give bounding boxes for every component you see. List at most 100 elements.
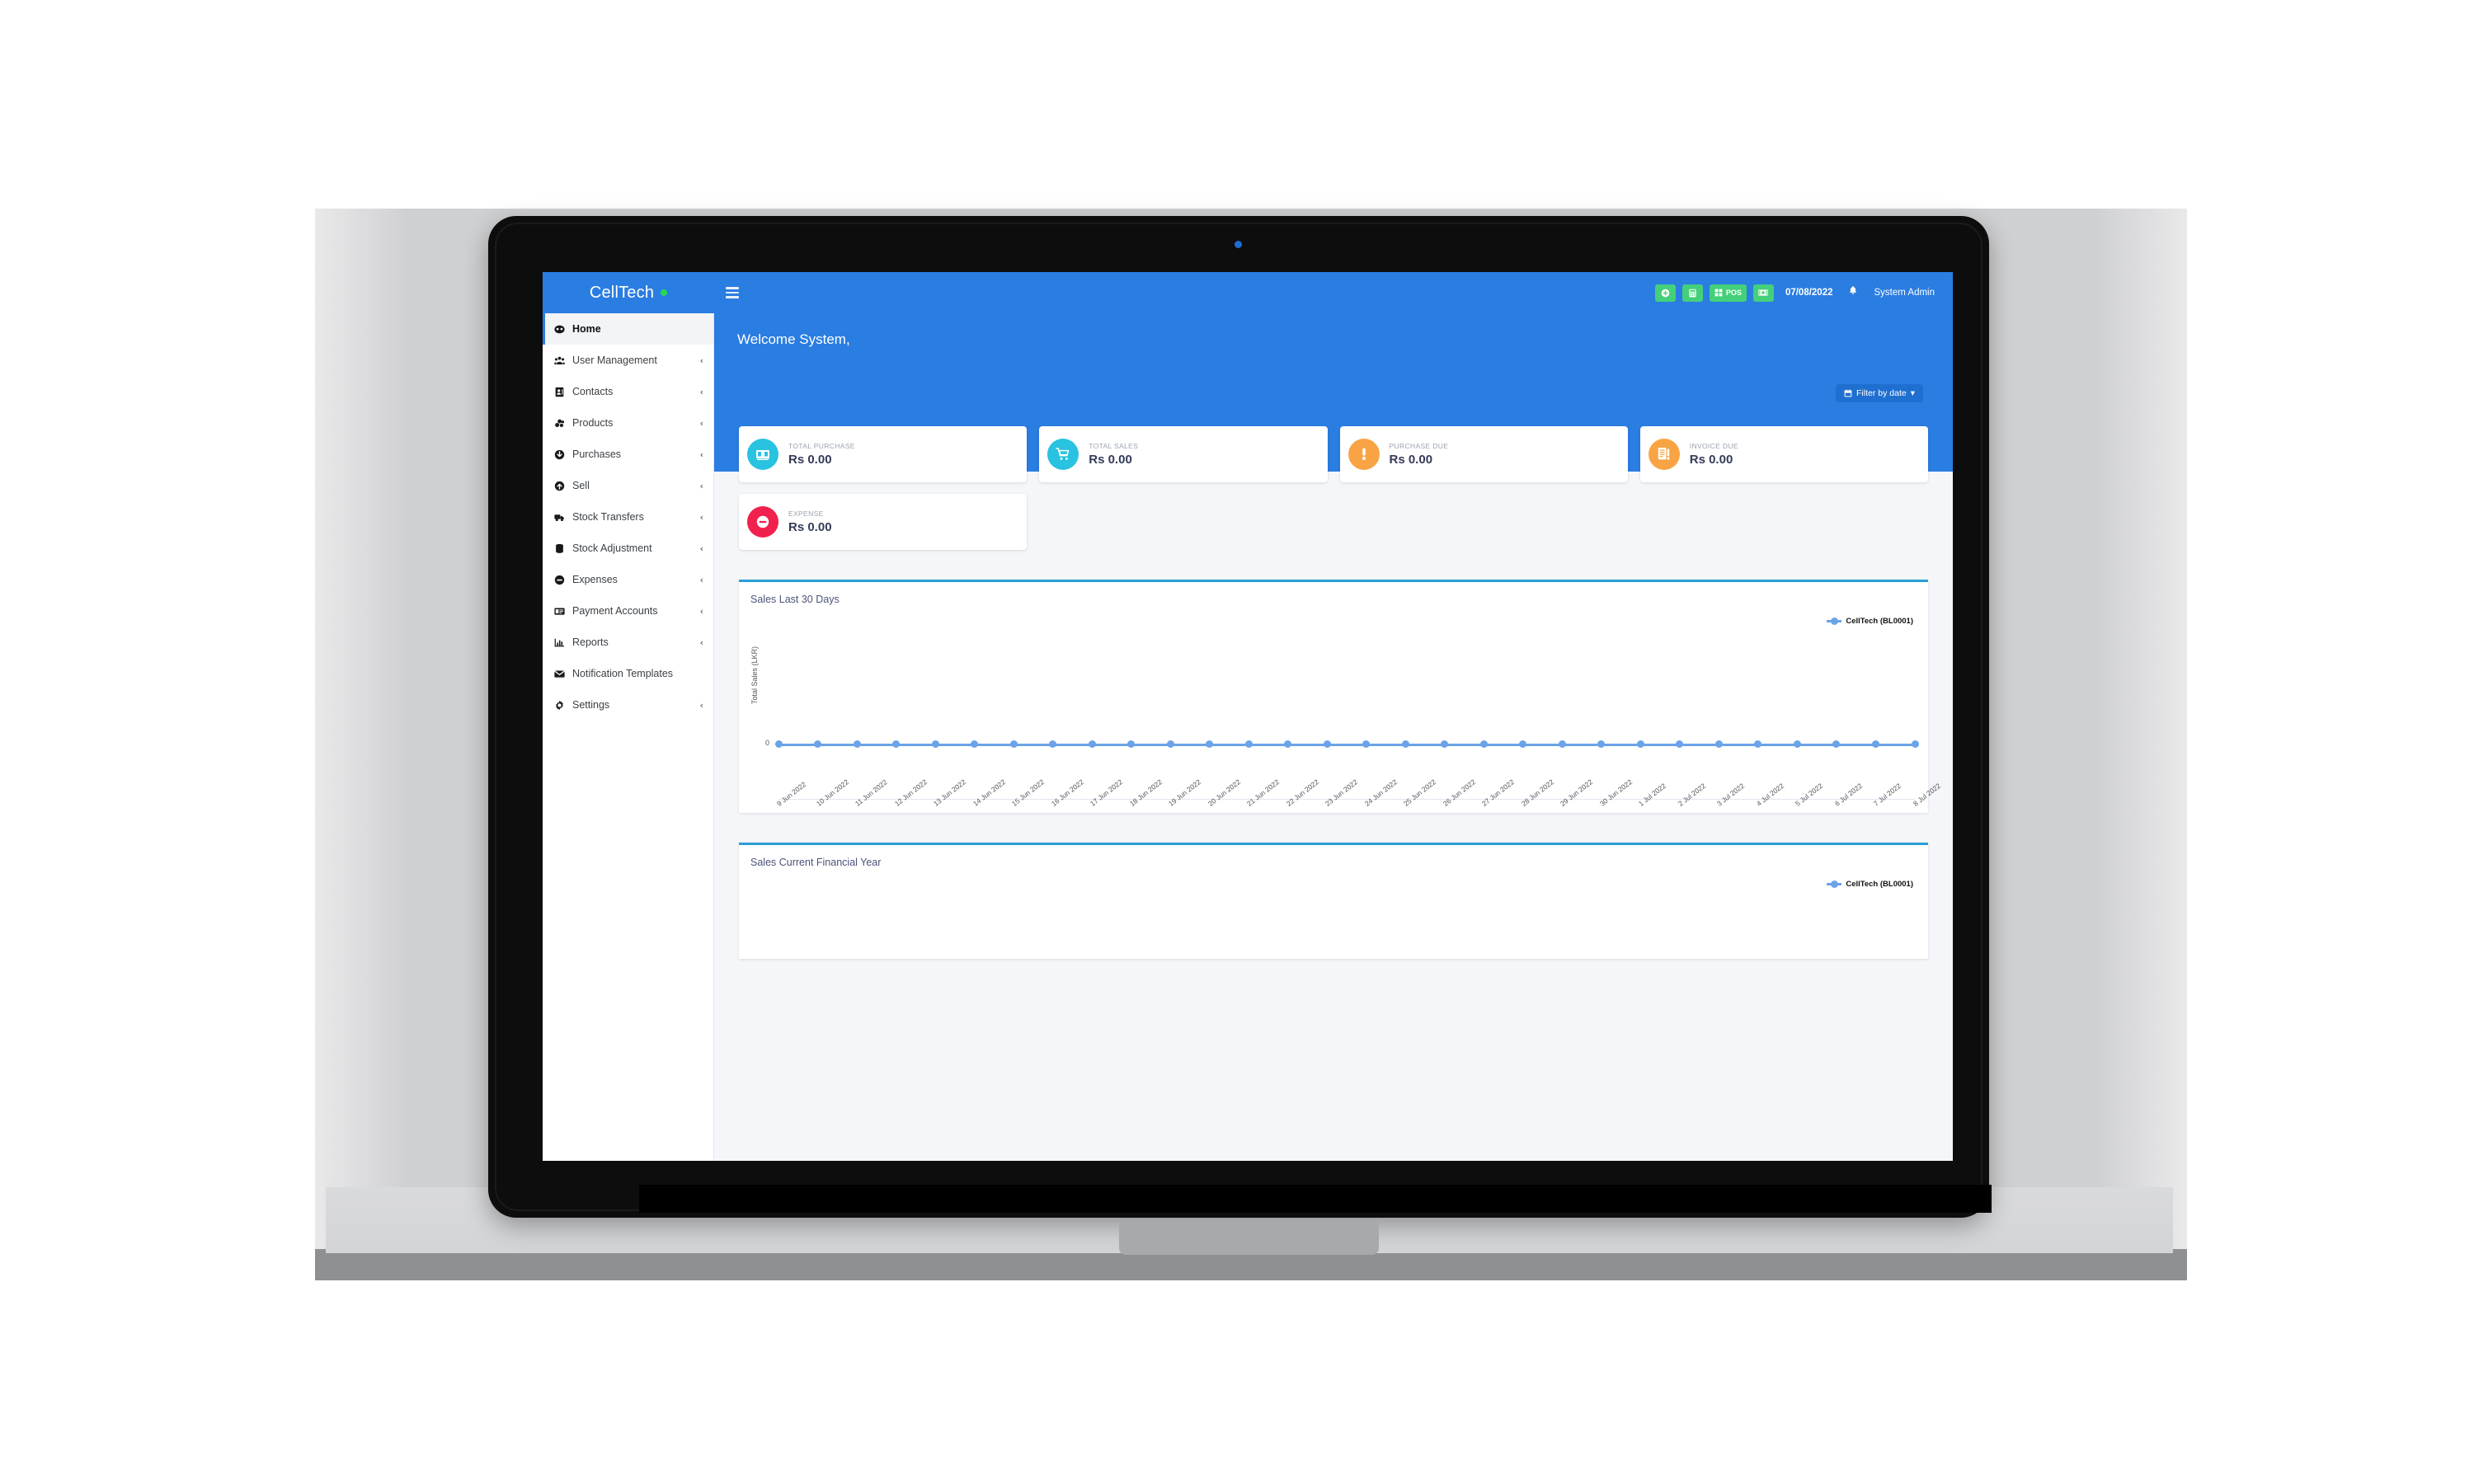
plus-circle-icon (1661, 289, 1670, 297)
sidebar-item-label: User Management (572, 355, 657, 366)
minus-circle-icon (747, 506, 778, 538)
database-icon (554, 543, 572, 554)
chart-legend[interactable]: CellTech (BL0001) (1827, 617, 1913, 626)
cubes-icon (554, 418, 572, 429)
data-point[interactable] (1519, 740, 1527, 748)
data-point[interactable] (971, 740, 979, 748)
stat-card-label: PURCHASE DUE (1389, 442, 1449, 450)
data-point[interactable] (1206, 740, 1214, 748)
brand-bar[interactable]: CellTech (543, 272, 714, 313)
sidebar-item-reports[interactable]: Reports ‹ (543, 627, 713, 658)
data-point[interactable] (1479, 740, 1488, 748)
data-point[interactable] (1636, 740, 1644, 748)
data-point[interactable] (1558, 740, 1566, 748)
stat-card-expense[interactable]: EXPENSE Rs 0.00 (739, 494, 1028, 550)
data-point[interactable] (1832, 740, 1841, 748)
database-icon (556, 543, 563, 553)
data-point[interactable] (1009, 740, 1018, 748)
legend-label: CellTech (BL0001) (1846, 880, 1913, 889)
data-point[interactable] (774, 740, 783, 748)
envelope-icon (554, 669, 572, 679)
data-point[interactable] (931, 740, 939, 748)
filter-by-date-button[interactable]: Filter by date ▾ (1836, 384, 1923, 402)
sidebar-item-user-management[interactable]: User Management ‹ (543, 345, 713, 376)
cash-register-button[interactable] (1752, 284, 1774, 302)
calculator-button[interactable] (1681, 284, 1703, 302)
stat-card-value: Rs 0.00 (1689, 453, 1733, 467)
stat-card-value: Rs 0.00 (788, 453, 832, 467)
sales-last-30-days-panel: Sales Last 30 Days CellTech (BL0001) Tot… (739, 580, 1942, 813)
data-point[interactable] (1714, 740, 1723, 748)
data-point[interactable] (1793, 740, 1801, 748)
legend-marker-icon (1827, 617, 1842, 625)
brand-status-dot (661, 289, 668, 296)
sidebar-item-products[interactable]: Products ‹ (543, 407, 713, 439)
data-point[interactable] (1401, 740, 1409, 748)
sidebar-item-stock-transfers[interactable]: Stock Transfers ‹ (543, 501, 713, 533)
data-point[interactable] (1441, 740, 1449, 748)
data-point[interactable] (1871, 740, 1879, 748)
sidebar-item-label: Notification Templates (572, 668, 674, 679)
sidebar-item-label: Stock Adjustment (572, 542, 652, 554)
chart2-legend[interactable]: CellTech (BL0001) (1827, 880, 1913, 889)
data-point[interactable] (1323, 740, 1331, 748)
sidebar-item-settings[interactable]: Settings ‹ (543, 689, 713, 721)
stat-card-label: INVOICE DUE (1689, 442, 1738, 450)
stat-card-label: TOTAL PURCHASE (788, 442, 855, 450)
sidebar-item-purchases[interactable]: Purchases ‹ (543, 439, 713, 470)
sidebar-item-contacts[interactable]: Contacts ‹ (543, 376, 713, 407)
card-spacer (1039, 494, 1327, 550)
payment-card-icon (554, 607, 565, 615)
data-point[interactable] (853, 740, 861, 748)
sidebar-item-home[interactable]: Home (543, 313, 713, 345)
data-point[interactable] (1244, 740, 1253, 748)
data-point[interactable] (1127, 740, 1136, 748)
topbar-actions: POS 07/08/2022 System Admin (1654, 284, 1953, 302)
data-point[interactable] (1676, 740, 1684, 748)
data-point[interactable] (892, 740, 901, 748)
minus-circle-icon (554, 575, 565, 585)
data-point[interactable] (1166, 740, 1174, 748)
data-point[interactable] (1911, 740, 1919, 748)
sidebar-item-stock-adjustment[interactable]: Stock Adjustment ‹ (543, 533, 713, 564)
arrow-up-circle-icon (554, 481, 572, 491)
stat-card-value: Rs 0.00 (788, 520, 832, 534)
data-point[interactable] (1088, 740, 1096, 748)
data-point[interactable] (1362, 740, 1371, 748)
sidebar-item-notification-templates[interactable]: Notification Templates (543, 658, 713, 689)
users-icon (554, 355, 572, 366)
users-icon (554, 356, 565, 364)
user-name[interactable]: System Admin (1874, 288, 1935, 298)
filter-by-date-label: Filter by date (1856, 388, 1907, 398)
data-point[interactable] (1049, 740, 1057, 748)
shopping-cart-icon (1047, 439, 1079, 470)
sidebar-item-label: Home (572, 323, 601, 335)
dashboard-icon (554, 324, 572, 335)
legend-marker-icon (1827, 880, 1842, 888)
sidebar-item-label: Payment Accounts (572, 605, 658, 617)
add-button[interactable] (1654, 284, 1676, 302)
chevron-down-icon: ▾ (1910, 388, 1915, 398)
stat-card-value: Rs 0.00 (1389, 453, 1433, 467)
sidebar-item-expenses[interactable]: Expenses ‹ (543, 564, 713, 595)
data-point[interactable] (814, 740, 822, 748)
data-point[interactable] (1597, 740, 1606, 748)
chevron-left-icon: ‹ (699, 355, 703, 366)
chevron-left-icon: ‹ (699, 699, 703, 711)
sidebar-item-label: Contacts (572, 386, 614, 397)
laptop-scene: CellTech Home User Management ‹ Contacts ‹ Pr… (0, 0, 2474, 1484)
sidebar-item-sell[interactable]: Sell ‹ (543, 470, 713, 501)
hamburger-menu-icon[interactable] (726, 284, 739, 301)
stat-card-invoice-due[interactable]: INVOICE DUE Rs 0.00 (1639, 426, 1928, 482)
data-point[interactable] (1284, 740, 1292, 748)
data-point[interactable] (1754, 740, 1762, 748)
stat-card-total-sales[interactable]: TOTAL SALES Rs 0.00 (1039, 426, 1328, 482)
invoice-icon (1648, 439, 1680, 470)
sales-last-30-days-chart: CellTech (BL0001) Total Sales (LKR) 0 9 … (739, 605, 1942, 813)
bell-icon[interactable] (1848, 285, 1858, 300)
stat-card-purchase-due[interactable]: PURCHASE DUE Rs 0.00 (1339, 426, 1628, 482)
stat-card-total-purchase[interactable]: TOTAL PURCHASE Rs 0.00 (739, 426, 1028, 482)
pos-button[interactable]: POS (1709, 284, 1747, 302)
sidebar-item-payment-accounts[interactable]: Payment Accounts ‹ (543, 595, 713, 627)
brand-name: CellTech (589, 283, 655, 302)
